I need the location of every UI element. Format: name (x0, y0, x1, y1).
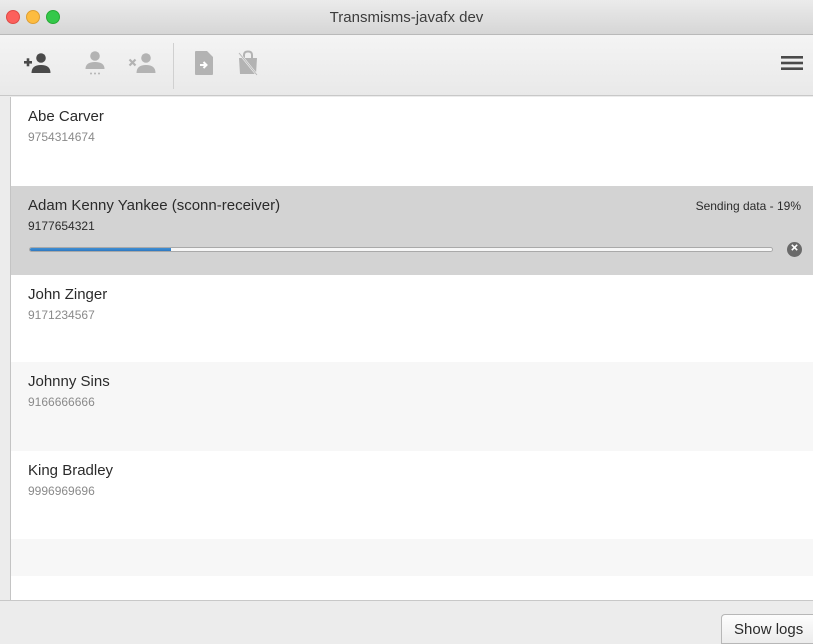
send-file-button[interactable] (188, 50, 220, 80)
add-contact-icon (23, 52, 53, 79)
show-logs-button[interactable]: Show logs (721, 614, 813, 644)
toolbar-separator (173, 43, 174, 89)
remove-contact-icon (128, 52, 158, 79)
hamburger-menu-icon (780, 55, 804, 76)
contact-pending-button[interactable] (79, 50, 111, 80)
contact-number: 9166666666 (28, 395, 95, 409)
contact-row-selected[interactable]: Adam Kenny Yankee (sconn-receiver) 91776… (11, 186, 813, 275)
send-file-icon (193, 50, 215, 81)
title-bar[interactable]: Transmisms-javafx dev (0, 0, 813, 35)
contact-number: 9996969696 (28, 484, 95, 498)
contact-name: King Bradley (28, 462, 114, 479)
cancel-transfer-button[interactable] (787, 242, 802, 257)
transfer-status: Sending data - 19% (695, 199, 801, 213)
contact-name: Adam Kenny Yankee (sconn-receiver) (28, 197, 281, 214)
contact-name: John Zinger (28, 286, 108, 303)
contact-row[interactable]: Abe Carver 9754314674 (11, 97, 813, 186)
contact-row[interactable]: John Zinger 9171234567 (11, 275, 813, 364)
window-title: Transmisms-javafx dev (329, 9, 484, 26)
empty-row (11, 539, 813, 576)
transfer-progress-bar (29, 247, 773, 252)
locked-file-icon (236, 49, 260, 81)
transfer-progress-fill (30, 248, 171, 251)
close-icon (787, 240, 802, 260)
app-window: Transmisms-javafx dev Abe Carver 9754314… (0, 0, 813, 644)
contact-row[interactable]: Johnny Sins 9166666666 (11, 362, 813, 451)
contact-pending-icon (82, 50, 108, 81)
status-bar: Show logs (0, 600, 813, 644)
empty-row (11, 576, 813, 600)
contact-number: 9177654321 (28, 219, 95, 233)
add-contact-button[interactable] (22, 50, 54, 80)
toolbar (0, 35, 813, 96)
contact-row[interactable]: King Bradley 9996969696 (11, 451, 813, 540)
contact-list[interactable]: Abe Carver 9754314674 Adam Kenny Yankee … (10, 97, 813, 600)
remove-contact-button[interactable] (127, 50, 159, 80)
locked-file-button[interactable] (232, 49, 264, 81)
contact-name: Johnny Sins (28, 373, 110, 390)
contact-number: 9171234567 (28, 308, 95, 322)
contact-number: 9754314674 (28, 130, 95, 144)
contact-name: Abe Carver (28, 108, 104, 125)
menu-button[interactable] (778, 52, 806, 78)
